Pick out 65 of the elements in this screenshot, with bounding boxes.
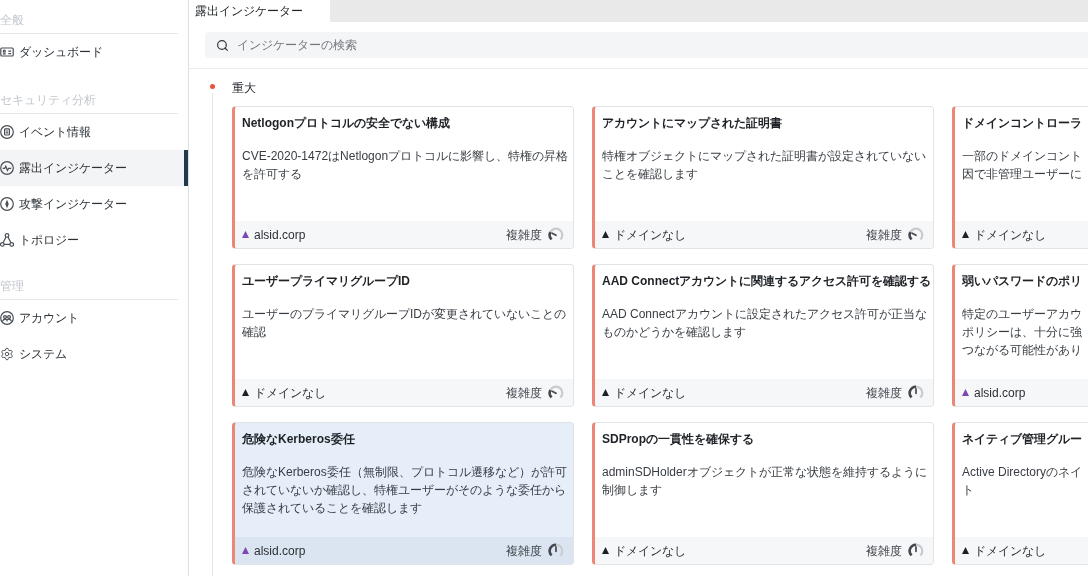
complexity-label: 複雑度: [866, 542, 902, 560]
description-line: ポリシーは、十分に強: [962, 324, 1082, 341]
description-line: つながる可能性があり: [962, 342, 1082, 359]
description-line: 一部のドメインコント: [962, 148, 1082, 165]
complexity-label: 複雑度: [506, 226, 542, 244]
indicator-card[interactable]: ドメインコントローラ 一部のドメインコント 因で非管理ユーザーに ドメインなし: [952, 106, 1088, 249]
card-title: 弱いパスワードのポリ: [962, 273, 1082, 289]
domain-label: ドメインなし: [614, 226, 686, 244]
card-title: アカウントにマップされた証明書: [602, 115, 782, 131]
card-description: 特権オブジェクトにマップされた証明書が設定されていないことを確認します: [602, 148, 927, 183]
description-line: 特定のユーザーアカウ: [962, 306, 1082, 323]
domain-label: ドメインなし: [614, 384, 686, 402]
card-title: SDPropの一貫性を確保する: [602, 431, 754, 447]
document-circle-icon: [0, 125, 14, 139]
indicator-card[interactable]: 弱いパスワードのポリ 特定のユーザーアカウ ポリシーは、十分に強 つながる可能性があり alsid.corp: [952, 264, 1088, 407]
description-line: 因で非管理ユーザーに: [962, 166, 1082, 183]
indicator-card[interactable]: アカウントにマップされた証明書 特権オブジェクトにマップされた証明書が設定されていないことを確認します ドメインなし 複雑度: [592, 106, 934, 249]
gauge-icon: [908, 543, 924, 558]
domain-label: ドメインなし: [254, 384, 326, 402]
indicator-card[interactable]: Netlogonプロトコルの安全でない構成 CVE-2020-1472はNetlogonプロトコルに影響し、特権の昇格を許可する alsid.corp 複雑度: [232, 106, 574, 249]
card-description: adminSDHolderオブジェクトが正常な状態を維持するように制御します: [602, 464, 928, 499]
complexity-label: 複雑度: [866, 226, 902, 244]
network-icon: [0, 233, 14, 247]
description-line: ト: [962, 482, 974, 499]
card-title: Netlogonプロトコルの安全でない構成: [242, 115, 450, 131]
indicator-card[interactable]: ネイティブ管理グルー Active Directoryのネイ ト ドメインなし: [952, 422, 1088, 565]
sidebar-item[interactable]: 露出インジケーター: [0, 150, 188, 186]
tab[interactable]: 露出インジケーター: [189, 0, 330, 22]
complexity-label: 複雑度: [506, 384, 542, 402]
search-icon: [216, 38, 229, 52]
card-title: AAD Connectアカウントに関連するアクセス許可を確認する: [602, 273, 932, 289]
settings-icon: [0, 347, 14, 361]
gauge-icon: [548, 543, 564, 558]
users-circle-icon: [0, 311, 14, 325]
domain-label: ドメインなし: [974, 226, 1046, 244]
indicator-card[interactable]: 危険なKerberos委任 危険なKerberos委任（無制限、プロトコル遷移など）が許可されていないか確認し、特権ユーザーがそのような委任から保護されていることを確認します alsid.corp 複雑度: [232, 422, 574, 565]
domain-label: alsid.corp: [254, 542, 306, 560]
description-line: Active Directoryのネイ: [962, 464, 1083, 481]
complexity-label: 複雑度: [866, 384, 902, 402]
gauge-icon: [908, 227, 924, 242]
domain-label: alsid.corp: [974, 384, 1026, 402]
indicator-card[interactable]: AAD Connectアカウントに関連するアクセス許可を確認する AAD Connectアカウントに設定されたアクセス許可が正当なものかどうかを確認します ドメインなし 複雑度: [592, 264, 934, 407]
card-description: CVE-2020-1472はNetlogonプロトコルに影響し、特権の昇格を許可する: [242, 148, 570, 183]
card-description: AAD Connectアカウントに設定されたアクセス許可が正当なものかどうかを確認します: [602, 306, 928, 341]
dashboard-icon: [0, 47, 14, 57]
indicator-card[interactable]: SDPropの一貫性を確保する adminSDHolderオブジェクトが正常な状態を維持するように制御します ドメインなし 複雑度: [592, 422, 934, 565]
section-heading: 全般: [0, 13, 24, 28]
card-title: ユーザープライマリグループID: [242, 273, 410, 289]
gauge-icon: [908, 385, 924, 400]
pulse-circle-icon: [0, 161, 14, 175]
complexity-label: 複雑度: [506, 542, 542, 560]
domain-label: ドメインなし: [974, 542, 1046, 560]
card-title: ドメインコントローラ: [962, 115, 1082, 131]
domain-label: ドメインなし: [614, 542, 686, 560]
card-description: ユーザーのプライマリグループIDが変更されていないことの確認: [242, 306, 567, 341]
group-heading: 重大: [232, 80, 256, 96]
indicator-card[interactable]: ユーザープライマリグループID ユーザーのプライマリグループIDが変更されていないことの確認 ドメインなし 複雑度: [232, 264, 574, 407]
card-description: 危険なKerberos委任（無制限、プロトコル遷移など）が許可されていないか確認し、特権ユーザーがそのような委任から保護されていることを確認します: [242, 464, 568, 517]
diamond-circle-icon: [0, 197, 14, 211]
card-title: ネイティブ管理グルー: [962, 431, 1082, 447]
gauge-icon: [548, 227, 564, 242]
gauge-icon: [548, 385, 564, 400]
domain-label: alsid.corp: [254, 226, 306, 244]
card-title: 危険なKerberos委任: [242, 431, 355, 447]
search-field[interactable]: インジケーターの検索: [205, 32, 1088, 58]
